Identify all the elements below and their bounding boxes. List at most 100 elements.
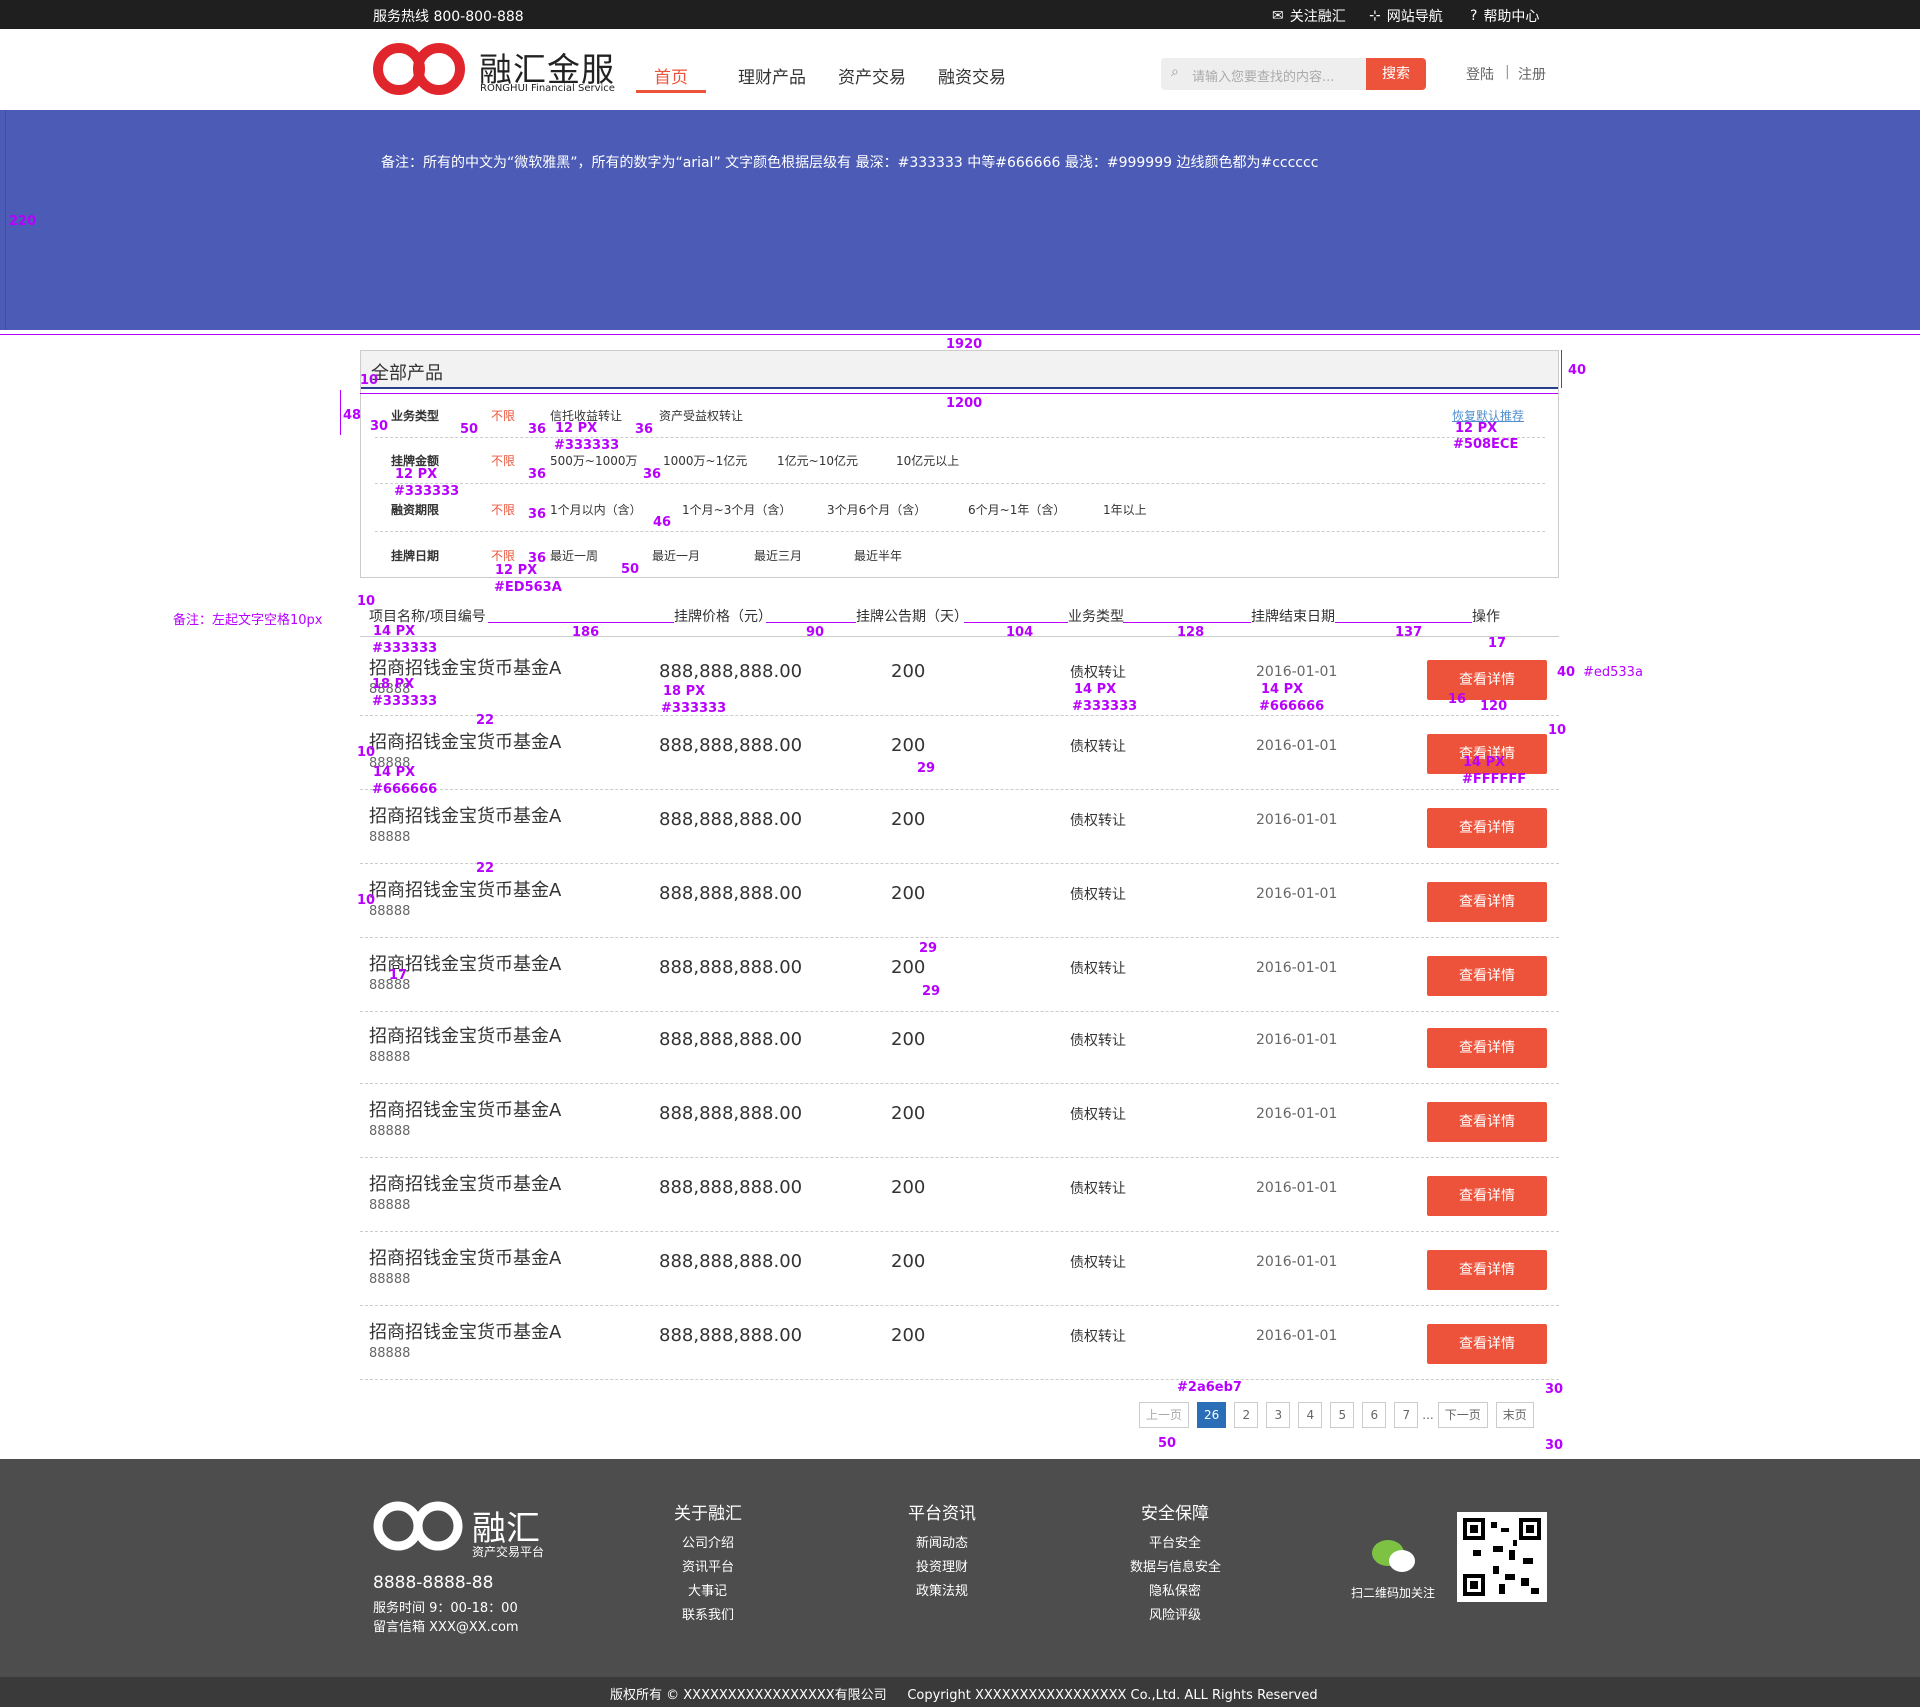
page-number[interactable]: 4 [1298, 1402, 1323, 1428]
logo-icon[interactable] [373, 43, 465, 95]
end-date: 2016-01-01 [1256, 812, 1338, 828]
filter-option[interactable]: 最近三月 [754, 547, 802, 564]
filter-option[interactable]: 1000万~1亿元 [663, 452, 747, 469]
filter-option[interactable]: 不限 [491, 501, 515, 518]
footer-link[interactable]: 风险评级 [1149, 1604, 1201, 1623]
filter-title: 全部产品 [371, 363, 443, 384]
listing-price: 888,888,888.00 [659, 1103, 803, 1124]
filter-option[interactable]: 不限 [491, 407, 515, 424]
footer-link[interactable]: 资讯平台 [682, 1556, 734, 1575]
annotation-10: 10 [360, 373, 379, 388]
footer-col-title: 平台资讯 [908, 1504, 976, 1524]
search-button[interactable]: 搜索 [1366, 58, 1426, 90]
product-name[interactable]: 招商招钱金宝货币基金A [369, 802, 561, 828]
view-details-button[interactable]: 查看详情 [1427, 882, 1547, 922]
end-date: 2016-01-01 [1256, 664, 1338, 680]
annotation-12px: 12 PX [495, 563, 538, 578]
annotation-color-666: #666666 [372, 782, 438, 797]
footer-link[interactable]: 公司介绍 [682, 1532, 734, 1551]
end-date: 2016-01-01 [1256, 1032, 1338, 1048]
search-input[interactable]: ⌕ 请输入您要查找的内容... [1161, 58, 1366, 90]
product-name[interactable]: 招商招钱金宝货币基金A [369, 1022, 561, 1048]
filter-option[interactable]: 1亿元~10亿元 [777, 452, 858, 469]
table-row: 招商招钱金宝货币基金A 88888 888,888,888.00 200 债权转让 201… [360, 1010, 1559, 1084]
view-details-button[interactable]: 查看详情 [1427, 956, 1547, 996]
listing-price: 888,888,888.00 [659, 1251, 803, 1272]
product-name[interactable]: 招商招钱金宝货币基金A [369, 1096, 561, 1122]
filter-option[interactable]: 10亿元以上 [896, 452, 959, 469]
announcement-days: 200 [891, 1325, 926, 1346]
page-number[interactable]: 3 [1266, 1402, 1291, 1428]
view-details-button[interactable]: 查看详情 [1427, 660, 1547, 700]
nav-products[interactable]: 理财产品 [738, 63, 806, 88]
announcement-days: 200 [891, 1103, 926, 1124]
business-type: 债权转让 [1070, 1107, 1126, 1123]
nav-financing[interactable]: 融资交易 [938, 63, 1006, 88]
search-icon: ⌕ [1171, 64, 1179, 80]
filter-option[interactable]: 最近半年 [854, 547, 902, 564]
filter-option[interactable]: 资产受益权转让 [659, 407, 743, 424]
product-name[interactable]: 招商招钱金宝货币基金A [369, 1170, 561, 1196]
annotation-1200: 1200 [946, 396, 983, 411]
table-row: 招商招钱金宝货币基金A 88888 888,888,888.00 200 债权转让 201… [360, 642, 1559, 716]
view-details-button[interactable]: 查看详情 [1427, 1028, 1547, 1068]
annotation-12px: 12 PX [395, 467, 438, 482]
product-name[interactable]: 招商招钱金宝货币基金A [369, 876, 561, 902]
listing-price: 888,888,888.00 [659, 809, 803, 830]
view-details-button[interactable]: 查看详情 [1427, 1102, 1547, 1142]
page-number[interactable]: 6 [1362, 1402, 1387, 1428]
filter-option[interactable]: 不限 [491, 452, 515, 469]
page-number[interactable]: 2 [1234, 1402, 1259, 1428]
banner: 备注：所有的中文为“微软雅黑”，所有的数字为“arial” 文字颜色根据层级有 … [0, 110, 1920, 330]
register-link[interactable]: 注册 [1518, 64, 1546, 84]
footer-col-title: 安全保障 [1141, 1504, 1209, 1524]
filter-option[interactable]: 1年以上 [1103, 501, 1147, 518]
page-current[interactable]: 26 [1197, 1402, 1227, 1428]
filter-option[interactable]: 1个月~3个月（含） [682, 501, 791, 518]
annotation-30: 30 [370, 419, 389, 434]
page-number[interactable]: 5 [1330, 1402, 1355, 1428]
view-details-button[interactable]: 查看详情 [1427, 1250, 1547, 1290]
annotation-14px: 14 PX [1463, 755, 1506, 770]
filter-option[interactable]: 不限 [491, 547, 515, 564]
page-last[interactable]: 末页 [1495, 1402, 1534, 1428]
view-details-button[interactable]: 查看详情 [1427, 1324, 1547, 1364]
footer-link[interactable]: 政策法规 [916, 1580, 968, 1599]
footer-link[interactable]: 投资理财 [916, 1556, 968, 1575]
page-number[interactable]: 7 [1394, 1402, 1419, 1428]
footer-link[interactable]: 新闻动态 [916, 1532, 968, 1551]
product-name[interactable]: 招商招钱金宝货币基金A [369, 728, 561, 754]
help-link[interactable]: ? 帮助中心 [1470, 6, 1539, 26]
filter-option[interactable]: 1个月以内（含） [550, 501, 642, 518]
login-link[interactable]: 登陆 [1466, 64, 1494, 84]
annotation-50: 50 [621, 562, 640, 577]
filter-option[interactable]: 3个月6个月（含） [827, 501, 926, 518]
business-type: 债权转让 [1070, 887, 1126, 903]
product-name[interactable]: 招商招钱金宝货币基金A [369, 1318, 561, 1344]
listing-price: 888,888,888.00 [659, 957, 803, 978]
filter-option[interactable]: 最近一月 [652, 547, 700, 564]
banner-note: 备注：所有的中文为“微软雅黑”，所有的数字为“arial” 文字颜色根据层级有 … [381, 155, 1319, 171]
footer-link[interactable]: 联系我们 [682, 1604, 734, 1623]
footer-link[interactable]: 数据与信息安全 [1130, 1556, 1221, 1575]
footer-link[interactable]: 平台安全 [1149, 1532, 1201, 1551]
nav-home[interactable]: 首页 [654, 63, 688, 88]
annotation-18px: 18 PX [663, 684, 706, 699]
annotation-17: 17 [389, 968, 408, 983]
filter-option[interactable]: 最近一周 [550, 547, 598, 564]
annotation-48: 48 [343, 408, 362, 423]
filter-option[interactable]: 500万~1000万 [550, 452, 638, 469]
filter-option[interactable]: 6个月~1年（含） [968, 501, 1065, 518]
page-prev[interactable]: 上一页 [1139, 1402, 1190, 1428]
sitemap-link[interactable]: ⊹ 网站导航 [1369, 6, 1443, 26]
product-name[interactable]: 招商招钱金宝货币基金A [369, 1244, 561, 1270]
annotation-color-333: #333333 [1072, 699, 1138, 714]
view-details-button[interactable]: 查看详情 [1427, 808, 1547, 848]
footer-link[interactable]: 大事记 [688, 1580, 727, 1599]
page-next[interactable]: 下一页 [1437, 1402, 1488, 1428]
nav-asset-trade[interactable]: 资产交易 [838, 63, 906, 88]
footer-link[interactable]: 隐私保密 [1149, 1580, 1201, 1599]
view-details-button[interactable]: 查看详情 [1427, 1176, 1547, 1216]
follow-link[interactable]: ✉ 关注融汇 [1272, 6, 1346, 26]
filter-label: 融资期限 [391, 503, 440, 517]
